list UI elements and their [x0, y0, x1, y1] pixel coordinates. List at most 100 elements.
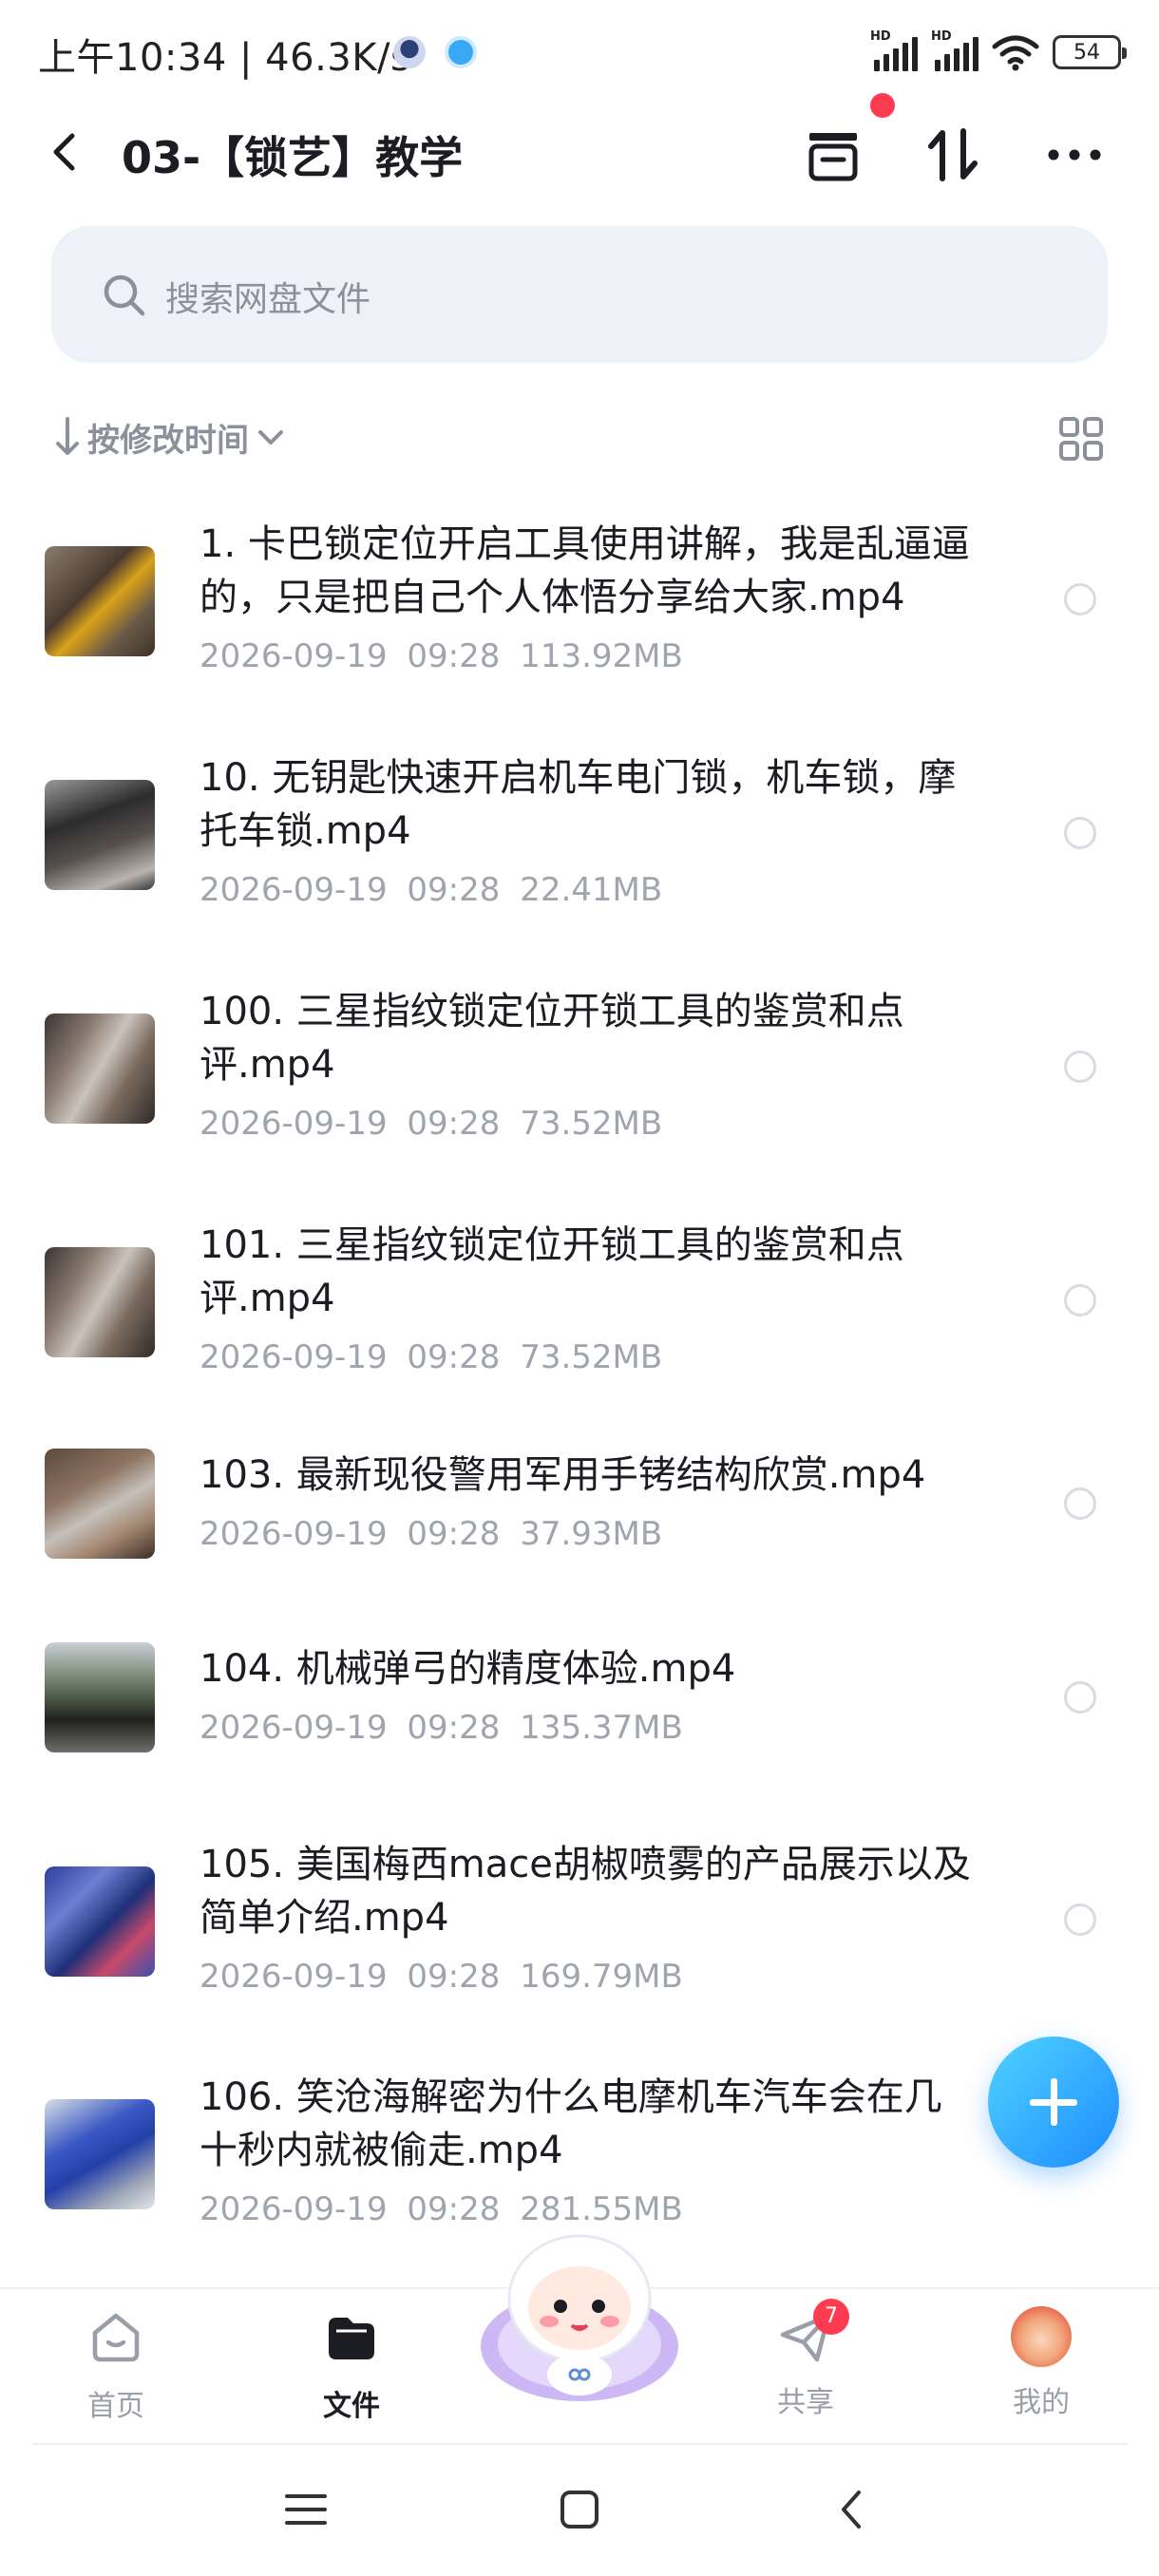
file-row[interactable]: 101. 三星指纹锁定位开锁工具的鉴赏和点 评.mp4 2026-09-19 0…	[0, 1219, 1159, 1390]
video-thumbnail	[45, 546, 155, 656]
file-name-line: 简单介绍.mp4	[200, 1896, 449, 1940]
more-icon[interactable]	[1041, 122, 1108, 188]
file-meta: 2026-09-19 09:28 73.52MB	[200, 1338, 662, 1376]
search-input[interactable]: 搜索网盘文件	[51, 226, 1108, 363]
notification-dot	[870, 93, 895, 118]
file-time: 09:28	[407, 637, 501, 675]
file-size: 22.41MB	[520, 871, 663, 909]
file-time: 09:28	[407, 1105, 501, 1143]
file-date: 2026-09-19	[200, 1105, 388, 1143]
video-thumbnail	[45, 1642, 155, 1752]
file-row[interactable]: 106. 笑沧海解密为什么电摩机车汽车会在几 十秒内就被偷走.mp4 2026-…	[0, 2071, 1159, 2242]
file-time: 09:28	[407, 1958, 501, 1996]
wifi-icon	[992, 35, 1039, 71]
add-button[interactable]	[988, 2036, 1119, 2168]
nav-share-label: 共享	[777, 2386, 834, 2419]
file-row[interactable]: 105. 美国梅西mace胡椒喷雾的产品展示以及 简单介绍.mp4 2026-0…	[0, 1838, 1159, 2009]
file-size: 73.52MB	[520, 1338, 663, 1376]
file-meta: 2026-09-19 09:28 169.79MB	[200, 1958, 683, 1996]
file-meta: 2026-09-19 09:28 22.41MB	[200, 871, 662, 909]
transfer-icon[interactable]	[920, 122, 986, 188]
file-name-line: 十秒内就被偷走.mp4	[200, 2129, 563, 2172]
file-time: 09:28	[407, 871, 501, 909]
avatar	[1011, 2306, 1072, 2367]
file-size: 281.55MB	[520, 2190, 683, 2228]
file-name-line: 105. 美国梅西mace胡椒喷雾的产品展示以及	[200, 1843, 971, 1886]
file-row[interactable]: 103. 最新现役警用军用手铐结构欣赏.mp4 2026-09-19 09:28…	[0, 1449, 1159, 1563]
file-date: 2026-09-19	[200, 637, 388, 675]
file-date: 2026-09-19	[200, 1709, 388, 1747]
home-square-icon[interactable]	[551, 2481, 608, 2538]
back-arrow-icon[interactable]	[42, 128, 89, 176]
select-radio[interactable]	[1064, 1487, 1096, 1520]
battery-level: 54	[1074, 40, 1100, 65]
share-icon-wrap: 7	[775, 2299, 849, 2367]
signal-hd-label-2: HD	[931, 29, 952, 44]
file-size: 135.37MB	[520, 1709, 683, 1747]
select-radio[interactable]	[1064, 583, 1096, 616]
file-time: 09:28	[407, 1515, 501, 1553]
file-row[interactable]: 10. 无钥匙快速开启机车电门锁，机车锁，摩 托车锁.mp4 2026-09-1…	[0, 751, 1159, 922]
nav-files[interactable]: 文件	[285, 2306, 418, 2430]
file-name: 10. 无钥匙快速开启机车电门锁，机车锁，摩 托车锁.mp4	[200, 751, 1007, 858]
menu-icon[interactable]	[277, 2481, 334, 2538]
file-date: 2026-09-19	[200, 871, 388, 909]
grid-view-icon[interactable]	[1058, 416, 1104, 462]
file-size: 73.52MB	[520, 1105, 663, 1143]
nav-mine[interactable]: 我的	[975, 2306, 1108, 2430]
upload-notification-icon	[445, 36, 477, 68]
video-thumbnail	[45, 1449, 155, 1559]
sort-label: 按修改时间	[87, 421, 249, 460]
system-back-icon[interactable]	[825, 2481, 882, 2538]
select-radio[interactable]	[1064, 817, 1096, 849]
select-radio[interactable]	[1064, 1284, 1096, 1316]
file-size: 113.92MB	[520, 637, 683, 675]
file-name: 101. 三星指纹锁定位开锁工具的鉴赏和点 评.mp4	[200, 1219, 1007, 1325]
file-name: 106. 笑沧海解密为什么电摩机车汽车会在几 十秒内就被偷走.mp4	[200, 2071, 1007, 2177]
video-thumbnail	[45, 1013, 155, 1124]
file-size: 169.79MB	[520, 1958, 683, 1996]
file-name-line: 100. 三星指纹锁定位开锁工具的鉴赏和点	[200, 990, 904, 1033]
status-bar: 上午10:34 | 46.3K/s HD HD 54	[0, 0, 1159, 104]
nav-home[interactable]: 首页	[49, 2306, 182, 2430]
file-name-line: 106. 笑沧海解密为什么电摩机车汽车会在几	[200, 2075, 942, 2119]
file-name: 100. 三星指纹锁定位开锁工具的鉴赏和点 评.mp4	[200, 985, 1007, 1091]
chevron-down-icon	[258, 430, 283, 445]
file-time: 09:28	[407, 1709, 501, 1747]
file-name-line: 的，只是把自己个人体悟分享给大家.mp4	[200, 576, 905, 619]
file-date: 2026-09-19	[200, 1958, 388, 1996]
home-icon	[92, 2313, 140, 2362]
file-date: 2026-09-19	[200, 1515, 388, 1553]
file-row[interactable]: 100. 三星指纹锁定位开锁工具的鉴赏和点 评.mp4 2026-09-19 0…	[0, 985, 1159, 1156]
archive-icon[interactable]	[800, 122, 866, 188]
select-radio[interactable]	[1064, 1904, 1096, 1936]
assistant-mascot-icon[interactable]	[473, 2232, 686, 2403]
file-name-line: 103. 最新现役警用军用手铐结构欣赏.mp4	[200, 1453, 926, 1497]
select-radio[interactable]	[1064, 1681, 1096, 1714]
file-time: 09:28	[407, 2190, 501, 2228]
select-radio[interactable]	[1064, 1051, 1096, 1083]
app-notification-icon	[393, 36, 426, 68]
file-row[interactable]: 104. 机械弹弓的精度体验.mp4 2026-09-19 09:28 135.…	[0, 1642, 1159, 1756]
file-name: 104. 机械弹弓的精度体验.mp4	[200, 1642, 1007, 1695]
video-thumbnail	[45, 780, 155, 890]
file-name-line: 10. 无钥匙快速开启机车电门锁，机车锁，摩	[200, 756, 957, 800]
file-name-line: 101. 三星指纹锁定位开锁工具的鉴赏和点	[200, 1223, 904, 1267]
file-name: 105. 美国梅西mace胡椒喷雾的产品展示以及 简单介绍.mp4	[200, 1838, 1007, 1944]
title-bar: 03-【锁艺】教学	[0, 93, 1159, 199]
folder-icon	[329, 2318, 374, 2359]
nav-mine-label: 我的	[1013, 2386, 1070, 2419]
nav-share[interactable]: 7 共享	[739, 2299, 872, 2430]
signal-icon-2: HD	[931, 29, 978, 71]
file-meta: 2026-09-19 09:28 281.55MB	[200, 2190, 683, 2228]
file-meta: 2026-09-19 09:28 135.37MB	[200, 1709, 683, 1747]
file-name: 1. 卡巴锁定位开启工具使用讲解，我是乱逼逼 的，只是把自己个人体悟分享给大家.…	[200, 518, 1007, 624]
battery-icon: 54	[1053, 35, 1127, 69]
page-title: 03-【锁艺】教学	[122, 132, 464, 183]
signal-hd-label: HD	[870, 29, 891, 44]
file-time: 09:28	[407, 1338, 501, 1376]
sort-dropdown[interactable]: 按修改时间	[53, 408, 287, 465]
file-name-line: 104. 机械弹弓的精度体验.mp4	[200, 1647, 736, 1691]
file-row[interactable]: 1. 卡巴锁定位开启工具使用讲解，我是乱逼逼 的，只是把自己个人体悟分享给大家.…	[0, 518, 1159, 689]
sort-arrow-icon	[56, 417, 79, 455]
